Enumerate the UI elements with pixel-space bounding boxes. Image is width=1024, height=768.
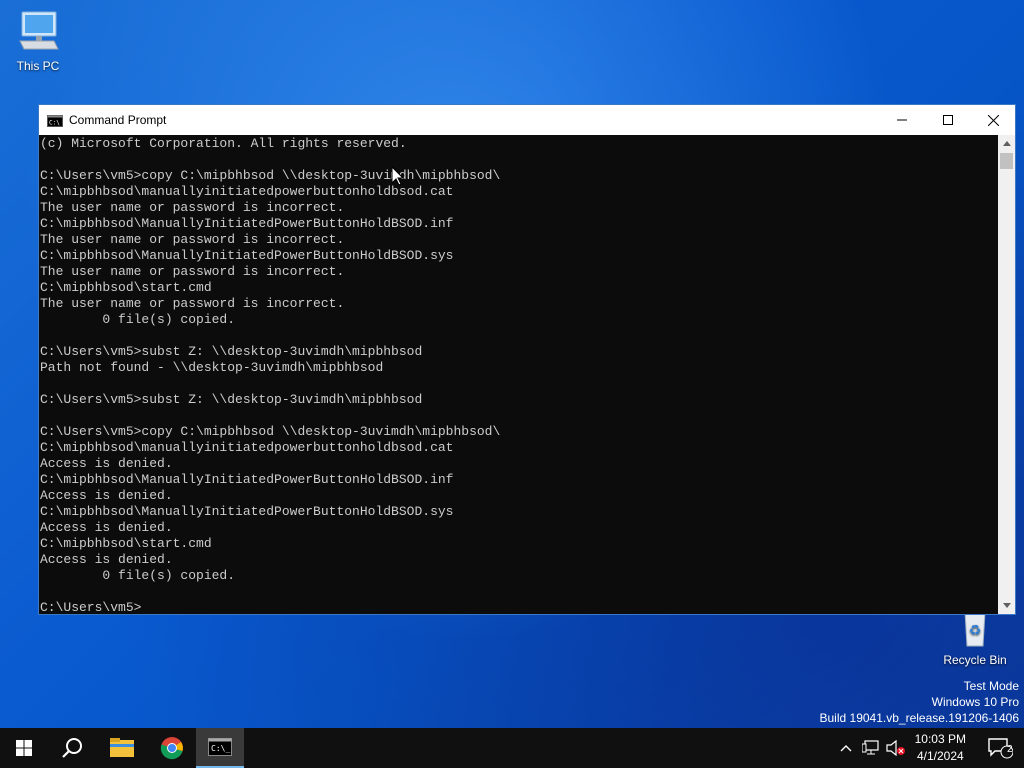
console-line: C:\Users\vm5>copy C:\mipbhbsod \\desktop…: [40, 424, 501, 439]
close-icon: [987, 114, 999, 126]
desktop-icon-label: Recycle Bin: [943, 653, 1007, 667]
watermark-line: Test Mode: [963, 679, 1019, 693]
console-line: C:\mipbhbsod\ManuallyInitiatedPowerButto…: [40, 248, 454, 263]
svg-text:♻: ♻: [969, 623, 982, 639]
cmd-icon: C:\_: [208, 738, 232, 756]
test-mode-watermark: Test Mode Windows 10 Pro Build 19041.vb_…: [820, 678, 1020, 726]
volume-muted-icon: [886, 740, 905, 756]
console-line: C:\mipbhbsod\start.cmd: [40, 536, 212, 551]
console-line: 0 file(s) copied.: [40, 568, 236, 583]
chevron-up-icon: [840, 745, 852, 752]
console-output[interactable]: (c) Microsoft Corporation. All rights re…: [39, 135, 998, 614]
desktop-icon-recycle-bin[interactable]: ♻ Recycle Bin: [937, 611, 1013, 667]
start-button[interactable]: [0, 728, 48, 768]
taskbar: C:\_ 10:03 PM 4/1/2024 2: [0, 728, 1024, 768]
command-prompt-window[interactable]: C:\ Command Prompt (c) Microsoft Corpora…: [38, 104, 1016, 615]
console-line: C:\mipbhbsod\manuallyinitiatedpowerbutto…: [40, 440, 454, 455]
command-prompt-taskbar-button[interactable]: C:\_: [196, 728, 244, 768]
clock-date: 4/1/2024: [916, 749, 964, 763]
console-line: The user name or password is incorrect.: [40, 232, 345, 247]
chrome-icon: [160, 737, 183, 760]
console-line: 0 file(s) copied.: [40, 312, 236, 327]
console-line: C:\Users\vm5>subst Z: \\desktop-3uvimdh\…: [40, 392, 423, 407]
maximize-button[interactable]: [925, 105, 971, 135]
svg-text:C:\_: C:\_: [211, 744, 230, 753]
console-line: C:\mipbhbsod\ManuallyInitiatedPowerButto…: [40, 472, 454, 487]
search-icon: [62, 738, 82, 758]
mouse-cursor-icon: [392, 167, 404, 186]
maximize-icon: [943, 115, 953, 125]
console-line: C:\Users\vm5>: [40, 600, 142, 614]
console-line: Access is denied.: [40, 488, 173, 503]
network-icon: [862, 740, 879, 755]
search-button[interactable]: [48, 728, 96, 768]
recycle-bin-icon: ♻: [964, 611, 986, 647]
chrome-button[interactable]: [148, 728, 196, 768]
action-center-button[interactable]: 2: [976, 728, 1024, 768]
console-line: Path not found - \\desktop-3uvimdh\mipbh…: [40, 360, 384, 375]
close-button[interactable]: [970, 105, 1016, 135]
watermark-line: Windows 10 Pro: [931, 695, 1019, 709]
computer-icon: [19, 11, 59, 50]
scrollbar-thumb[interactable]: [1000, 153, 1013, 169]
console-line: The user name or password is incorrect.: [40, 264, 345, 279]
show-hidden-icons-button[interactable]: [835, 728, 857, 768]
window-title: Command Prompt: [69, 113, 167, 127]
minimize-icon: [897, 119, 907, 121]
console-line: C:\mipbhbsod\ManuallyInitiatedPowerButto…: [40, 504, 454, 519]
console-line: Access is denied.: [40, 520, 173, 535]
minimize-button[interactable]: [879, 105, 925, 135]
scroll-down-arrow-icon[interactable]: [998, 597, 1015, 614]
console-line: The user name or password is incorrect.: [40, 200, 345, 215]
console-line: Access is denied.: [40, 456, 173, 471]
console-line: (c) Microsoft Corporation. All rights re…: [40, 136, 407, 151]
svg-text:C:\: C:\: [49, 120, 60, 127]
console-line: C:\mipbhbsod\ManuallyInitiatedPowerButto…: [40, 216, 454, 231]
console-line: C:\Users\vm5>subst Z: \\desktop-3uvimdh\…: [40, 344, 423, 359]
windows-logo-icon: [16, 740, 32, 756]
desktop-icon-this-pc[interactable]: This PC: [0, 8, 76, 73]
clock-time: 10:03 PM: [914, 732, 966, 746]
desktop-icon-label: This PC: [16, 59, 60, 73]
watermark-line: Build 19041.vb_release.191206-1406: [819, 711, 1020, 725]
clock[interactable]: 10:03 PM 4/1/2024: [915, 731, 966, 765]
console-line: C:\mipbhbsod\manuallyinitiatedpowerbutto…: [40, 184, 454, 199]
vertical-scrollbar[interactable]: [998, 135, 1015, 614]
file-explorer-button[interactable]: [98, 728, 146, 768]
network-button[interactable]: [859, 728, 883, 768]
window-titlebar[interactable]: C:\ Command Prompt: [39, 105, 1015, 135]
console-line: Access is denied.: [40, 552, 173, 567]
notification-count-badge: 2: [1007, 744, 1013, 755]
cmd-app-icon: C:\: [47, 114, 63, 127]
console-line: C:\mipbhbsod\start.cmd: [40, 280, 212, 295]
console-line: C:\Users\vm5>copy C:\mipbhbsod \\desktop…: [40, 168, 501, 183]
volume-button[interactable]: [884, 728, 908, 768]
folder-icon: [110, 738, 134, 757]
scroll-up-arrow-icon[interactable]: [998, 135, 1015, 152]
console-line: The user name or password is incorrect.: [40, 296, 345, 311]
